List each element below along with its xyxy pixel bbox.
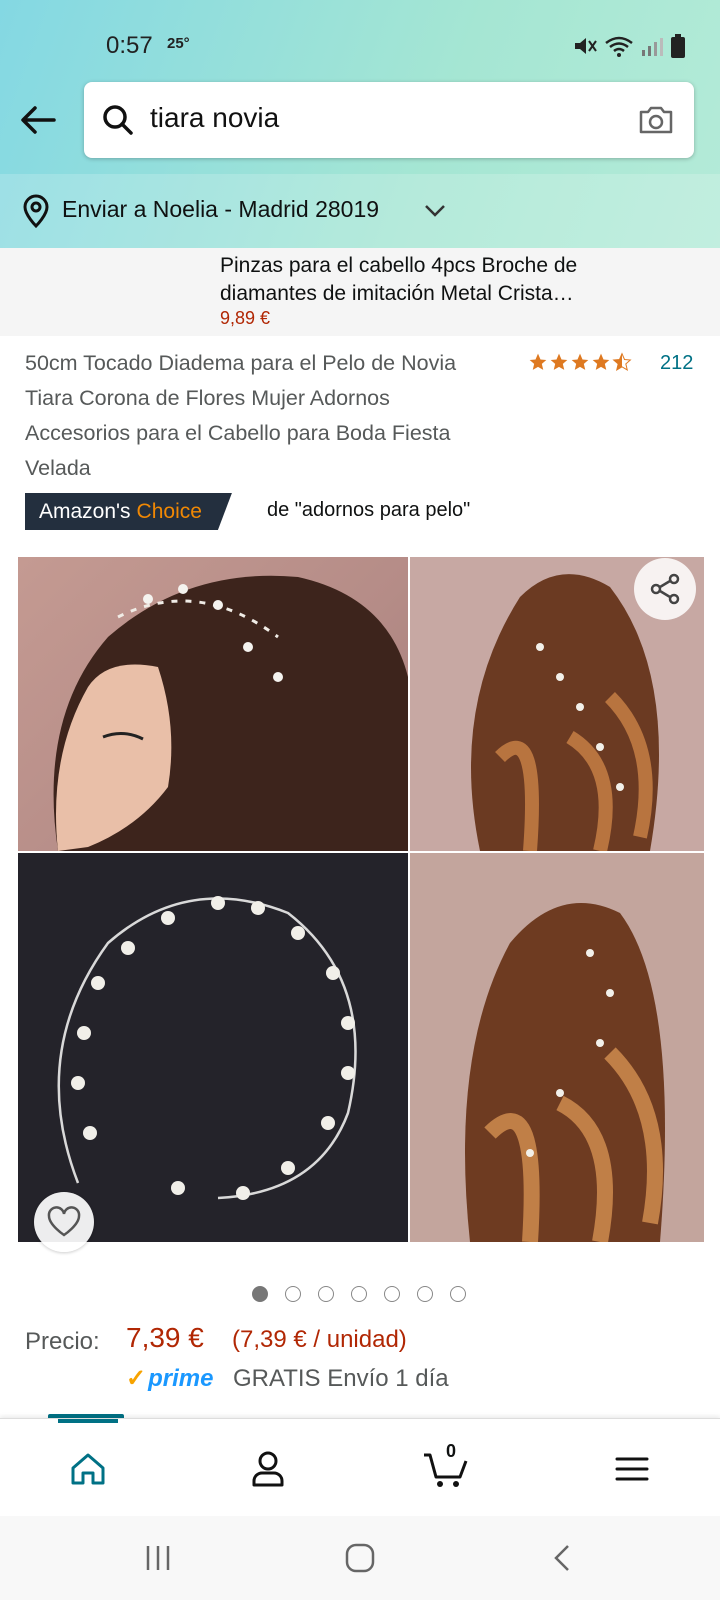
favorite-button[interactable] (34, 1192, 94, 1252)
price: 7,39 € (126, 1322, 204, 1353)
user-icon (252, 1451, 284, 1487)
product-image-gallery[interactable] (18, 557, 704, 1242)
back-system-button[interactable] (540, 1536, 584, 1580)
status-temperature: 25° (167, 35, 190, 52)
signal-icon (642, 38, 663, 56)
back-chevron-icon (554, 1545, 569, 1571)
star-icon (529, 353, 547, 370)
choice-badge-label: Amazon's Choice (25, 493, 232, 530)
price-label: Precio: (25, 1328, 100, 1355)
status-time: 0:57 (106, 32, 153, 59)
choice-description[interactable]: de "adornos para pelo" (267, 499, 470, 522)
home-icon (71, 1453, 105, 1485)
nav-home[interactable] (60, 1441, 116, 1497)
nav-menu[interactable] (604, 1441, 660, 1497)
pagination-dot[interactable] (318, 1286, 334, 1302)
unit-price: (7,39 € / unidad) (232, 1326, 407, 1353)
search-row: tiara novia (0, 82, 720, 158)
delivery-location[interactable]: Enviar a Noelia - Madrid 28019 (0, 174, 720, 248)
star-icon (571, 353, 589, 370)
app-header: 0:57 25° tiara novia Enviar a Noelia - M… (0, 0, 720, 248)
pagination-dot[interactable] (384, 1286, 400, 1302)
sponsored-product[interactable]: Pinzas para el cabello 4pcs Broche de di… (0, 248, 720, 336)
star-rating[interactable] (528, 352, 632, 372)
shipping-info: GRATIS Envío 1 día (233, 1365, 449, 1392)
camera-icon[interactable] (636, 100, 676, 140)
system-navigation-bar (0, 1516, 720, 1600)
location-pin-icon (23, 194, 49, 228)
sponsored-price: 9,89 € (220, 308, 271, 328)
star-icon (550, 353, 568, 370)
choice-badge-accent: Choice (136, 499, 202, 523)
sponsored-title: Pinzas para el cabello 4pcs Broche de di… (220, 254, 578, 305)
prime-label: prime (148, 1364, 214, 1392)
status-icons (572, 32, 686, 60)
pagination-dot-active[interactable] (252, 1286, 268, 1302)
recent-apps-button[interactable] (136, 1536, 180, 1580)
product-image-hairstyle (410, 853, 704, 1242)
amazons-choice-badge: Amazon's Choice (25, 493, 232, 530)
delivery-text: Enviar a Noelia - Madrid 28019 (62, 196, 380, 222)
bottom-navigation (0, 1418, 720, 1516)
star-icon (592, 353, 610, 370)
search-icon (103, 105, 133, 135)
prime-check-icon: ✓ (126, 1365, 147, 1392)
choice-badge-prefix: Amazon's (39, 499, 131, 523)
mute-icon (575, 38, 597, 54)
menu-icon (615, 1457, 649, 1481)
search-query: tiara novia (150, 102, 280, 133)
product-title: 50cm Tocado Diadema para el Pelo de Novi… (25, 351, 457, 480)
back-arrow-icon (21, 106, 56, 134)
recent-apps-icon (146, 1546, 170, 1570)
rating-count[interactable]: 212 (660, 352, 693, 375)
chevron-down-icon (425, 205, 445, 217)
share-button[interactable] (634, 558, 696, 620)
pagination-dot[interactable] (450, 1286, 466, 1302)
search-input[interactable]: tiara novia (84, 82, 694, 158)
pagination-dot[interactable] (285, 1286, 301, 1302)
home-square-icon (345, 1543, 375, 1573)
nav-account[interactable] (240, 1441, 296, 1497)
heart-icon (47, 1206, 81, 1237)
back-button[interactable] (18, 100, 58, 140)
pagination-dot[interactable] (417, 1286, 433, 1302)
pagination-dot[interactable] (351, 1286, 367, 1302)
share-icon (650, 573, 680, 605)
image-pagination-dots[interactable] (252, 1286, 466, 1302)
wifi-icon (605, 36, 633, 57)
active-tab-indicator (58, 1419, 118, 1423)
prime-badge: ✓ prime (126, 1364, 213, 1393)
product-image-headpiece (18, 853, 408, 1242)
battery-icon (671, 34, 685, 58)
half-star-icon (612, 352, 632, 371)
cart-count: 0 (446, 1441, 457, 1461)
product-image-side-profile (18, 557, 408, 851)
home-system-button[interactable] (338, 1536, 382, 1580)
status-bar: 0:57 25° (0, 26, 720, 66)
